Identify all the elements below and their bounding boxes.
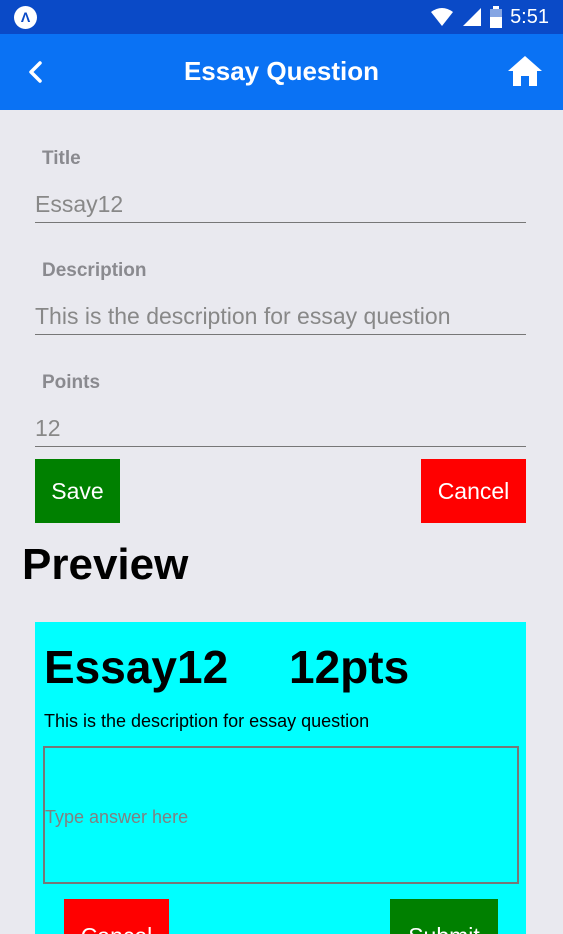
points-field[interactable]: [35, 410, 526, 447]
submit-button[interactable]: Submit: [390, 899, 498, 934]
status-bar: Λ 5:51: [0, 0, 563, 34]
app-bar: Essay Question: [0, 34, 563, 110]
preview-cancel-button[interactable]: Cancel: [64, 899, 169, 934]
title-field[interactable]: [35, 186, 526, 223]
preview-card: Essay12 12pts This is the description fo…: [35, 622, 526, 934]
points-label: Points: [42, 372, 101, 393]
answer-textarea[interactable]: [43, 746, 519, 884]
preview-description: This is the description for essay questi…: [44, 711, 370, 731]
preview-points: 12pts: [289, 641, 410, 693]
page-title: Essay Question: [183, 56, 380, 86]
preview-heading: Preview: [22, 540, 189, 589]
battery-icon: [490, 6, 503, 28]
description-label: Description: [42, 260, 147, 281]
save-button[interactable]: Save: [35, 459, 120, 523]
description-field[interactable]: [35, 298, 526, 335]
title-label: Title: [42, 148, 81, 169]
cancel-button[interactable]: Cancel: [421, 459, 526, 523]
preview-title: Essay12: [44, 641, 229, 693]
status-icons: 5:51: [430, 4, 549, 30]
status-time: 5:51: [510, 5, 549, 28]
home-icon[interactable]: [507, 54, 543, 88]
wifi-icon: [431, 8, 454, 26]
app-logo-icon: Λ: [14, 6, 37, 29]
cell-signal-icon: [463, 8, 482, 26]
